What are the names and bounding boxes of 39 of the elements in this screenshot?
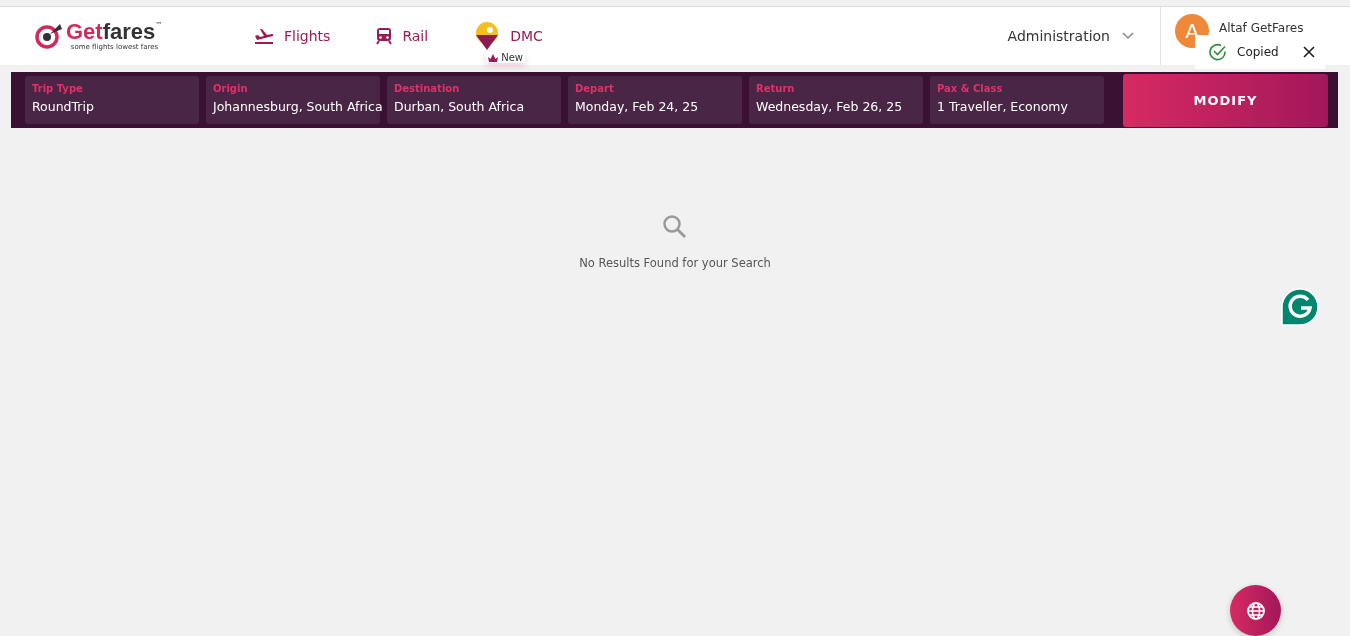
logo-icon xyxy=(34,23,64,49)
grammarly-icon[interactable] xyxy=(1281,288,1319,326)
search-field[interactable]: Depart Monday, Feb 24, 25 xyxy=(568,76,742,124)
field-value: Johannesburg, South Africa xyxy=(213,99,380,114)
administration-menu[interactable]: Administration xyxy=(1007,7,1160,65)
close-icon[interactable] xyxy=(1302,46,1315,58)
field-label: Trip Type xyxy=(32,83,84,94)
search-field[interactable]: Destination Durban, South Africa xyxy=(387,76,561,124)
field-label: Pax & Class xyxy=(937,83,1004,94)
nav-tab[interactable]: Rail xyxy=(376,22,429,50)
train-icon xyxy=(376,27,393,45)
field-value: Durban, South Africa xyxy=(394,99,526,114)
field-value: 1 Traveller, Economy xyxy=(937,99,1069,114)
field-value: Monday, Feb 24, 25 xyxy=(575,99,700,114)
check-circle-icon xyxy=(1209,43,1227,61)
nav-tab[interactable]: Flights xyxy=(254,22,331,50)
crown-icon xyxy=(488,53,499,62)
field-label: Depart xyxy=(575,83,615,94)
field-label: Destination xyxy=(394,83,461,94)
brand-name[interactable]: Getfares xyxy=(66,21,156,43)
empty-message: No Results Found for your Search xyxy=(579,256,771,270)
modify-button[interactable]: MODIFY xyxy=(1123,73,1328,127)
search-field[interactable]: Return Wednesday, Feb 26, 25 xyxy=(749,76,923,124)
field-label: Return xyxy=(756,83,796,94)
language-button[interactable] xyxy=(1230,585,1281,636)
globe-icon xyxy=(1245,600,1266,621)
field-value: Wednesday, Feb 26, 25 xyxy=(756,99,904,114)
new-badge: New xyxy=(486,52,525,63)
search-field[interactable]: Origin Johannesburg, South Africa xyxy=(206,76,380,124)
search-icon xyxy=(662,214,688,240)
chevron-down-icon xyxy=(1122,32,1134,40)
plane-icon xyxy=(254,27,274,45)
user-name[interactable]: Altaf GetFares xyxy=(1219,21,1304,35)
search-field[interactable]: Trip Type RoundTrip xyxy=(25,76,199,124)
toast-message: Copied xyxy=(1237,45,1279,59)
field-label: Origin xyxy=(213,83,249,94)
search-field[interactable]: Pax & Class 1 Traveller, Economy xyxy=(930,76,1104,124)
beach-pin-icon xyxy=(474,22,501,50)
field-value: RoundTrip xyxy=(32,99,95,114)
